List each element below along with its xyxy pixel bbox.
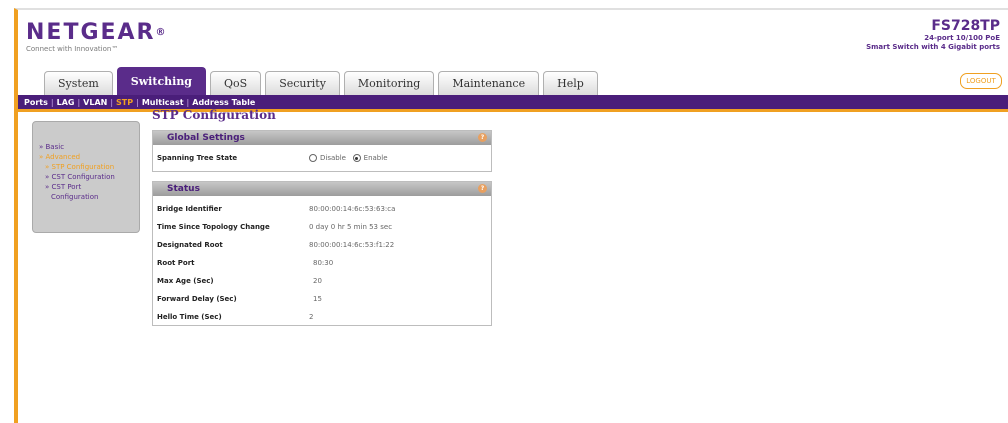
status-header: Status ? (153, 182, 491, 196)
status-label: Max Age (Sec) (157, 277, 214, 285)
status-panel: Status ? Bridge Identifier 80:00:00:14:6… (152, 181, 492, 326)
page-title: STP Configuration (152, 108, 276, 122)
subnav-separator: | (186, 97, 190, 107)
tab-maintenance[interactable]: Maintenance (438, 71, 540, 95)
global-settings-title: Global Settings (167, 133, 245, 143)
status-row: Time Since Topology Change 0 day 0 hr 5 … (153, 218, 491, 236)
app-frame: NETGEAR® Connect with Innovation™ FS728T… (14, 8, 1008, 423)
status-title: Status (167, 184, 200, 194)
status-value: 80:30 (313, 259, 334, 267)
brand-tagline: Connect with Innovation™ (26, 45, 119, 53)
status-value: 80:00:00:14:6c:53:63:ca (309, 205, 396, 213)
global-settings-panel: Global Settings ? Spanning Tree State Di… (152, 130, 492, 172)
status-label: Designated Root (157, 241, 223, 249)
status-value: 80:00:00:14:6c:53:f1:22 (309, 241, 395, 249)
enable-radio-label: Enable (363, 154, 388, 162)
status-value: 15 (313, 295, 322, 303)
status-label: Time Since Topology Change (157, 223, 270, 231)
status-value: 20 (313, 277, 322, 285)
help-icon[interactable]: ? (478, 184, 487, 193)
subnav-separator: | (50, 97, 54, 107)
status-label: Bridge Identifier (157, 205, 222, 213)
tab-monitoring[interactable]: Monitoring (343, 71, 435, 95)
status-label: Root Port (157, 259, 195, 267)
menu-basic[interactable]: » Basic (39, 142, 135, 152)
subnav-separator: | (136, 97, 139, 107)
status-row: Forward Delay (Sec) 15 (153, 290, 491, 308)
main-tabs: System Switching QoS Security Monitoring… (44, 67, 602, 95)
enable-radio[interactable] (352, 154, 361, 162)
status-row: Bridge Identifier 80:00:00:14:6c:53:63:c… (153, 200, 491, 218)
subnav-lag[interactable]: LAG (57, 98, 75, 107)
status-row: Designated Root 80:00:00:14:6c:53:f1:22 (153, 236, 491, 254)
menu-cst-port-line2: Configuration (51, 193, 99, 201)
logout-button[interactable]: LOGOUT (960, 73, 1002, 89)
disable-radio[interactable] (309, 154, 317, 162)
menu-advanced[interactable]: » Advanced (39, 152, 135, 162)
tab-switching[interactable]: Switching (116, 67, 207, 95)
subnav-multicast[interactable]: Multicast (142, 98, 184, 107)
global-settings-header: Global Settings ? (153, 131, 491, 145)
subnav-stp[interactable]: STP (116, 98, 133, 107)
status-row: Hello Time (Sec) 2 (153, 308, 491, 326)
product-desc-line1: 24-port 10/100 PoE (924, 34, 1000, 42)
menu-cst-configuration[interactable]: » CST Configuration (39, 172, 135, 182)
subnav-address-table[interactable]: Address Table (192, 98, 255, 107)
subnav-ports[interactable]: Ports (24, 98, 48, 107)
main-content: STP Configuration Global Settings ? Span… (152, 108, 492, 326)
spanning-tree-row: Spanning Tree State Disable Enable (153, 145, 491, 171)
subnav-separator: | (110, 97, 114, 107)
tab-security[interactable]: Security (265, 71, 340, 95)
netgear-logo: NETGEAR® Connect with Innovation™ (26, 20, 168, 54)
tab-help[interactable]: Help (543, 71, 598, 95)
status-value: 0 day 0 hr 5 min 53 sec (309, 223, 393, 231)
status-row: Max Age (Sec) 20 (153, 272, 491, 290)
menu-cst-port-configuration[interactable]: » CST Port Configuration (39, 182, 135, 202)
tab-qos[interactable]: QoS (210, 71, 262, 95)
brand-mark: ® (155, 27, 168, 38)
spanning-tree-label: Spanning Tree State (157, 154, 238, 162)
left-menu: » Basic » Advanced » STP Configuration »… (32, 121, 140, 233)
status-label: Forward Delay (Sec) (157, 295, 237, 303)
product-desc-line2: Smart Switch with 4 Gigabit ports (866, 43, 1000, 51)
status-label: Hello Time (Sec) (157, 313, 222, 321)
menu-cst-port-line1: » CST Port (45, 183, 82, 191)
subnav-separator: | (77, 97, 81, 107)
tab-system[interactable]: System (44, 71, 113, 95)
help-icon[interactable]: ? (478, 133, 487, 142)
disable-radio-label: Disable (320, 154, 346, 162)
spanning-tree-options: Disable Enable (309, 154, 388, 162)
menu-stp-configuration[interactable]: » STP Configuration (39, 162, 135, 172)
status-row: Root Port 80:30 (153, 254, 491, 272)
header: NETGEAR® Connect with Innovation™ FS728T… (18, 10, 1008, 72)
status-value: 2 (309, 313, 314, 321)
brand-name: NETGEAR (26, 20, 156, 45)
product-model: FS728TP (931, 18, 1000, 34)
product-info: FS728TP 24-port 10/100 PoE Smart Switch … (866, 18, 1000, 52)
subnav-vlan[interactable]: VLAN (83, 98, 107, 107)
